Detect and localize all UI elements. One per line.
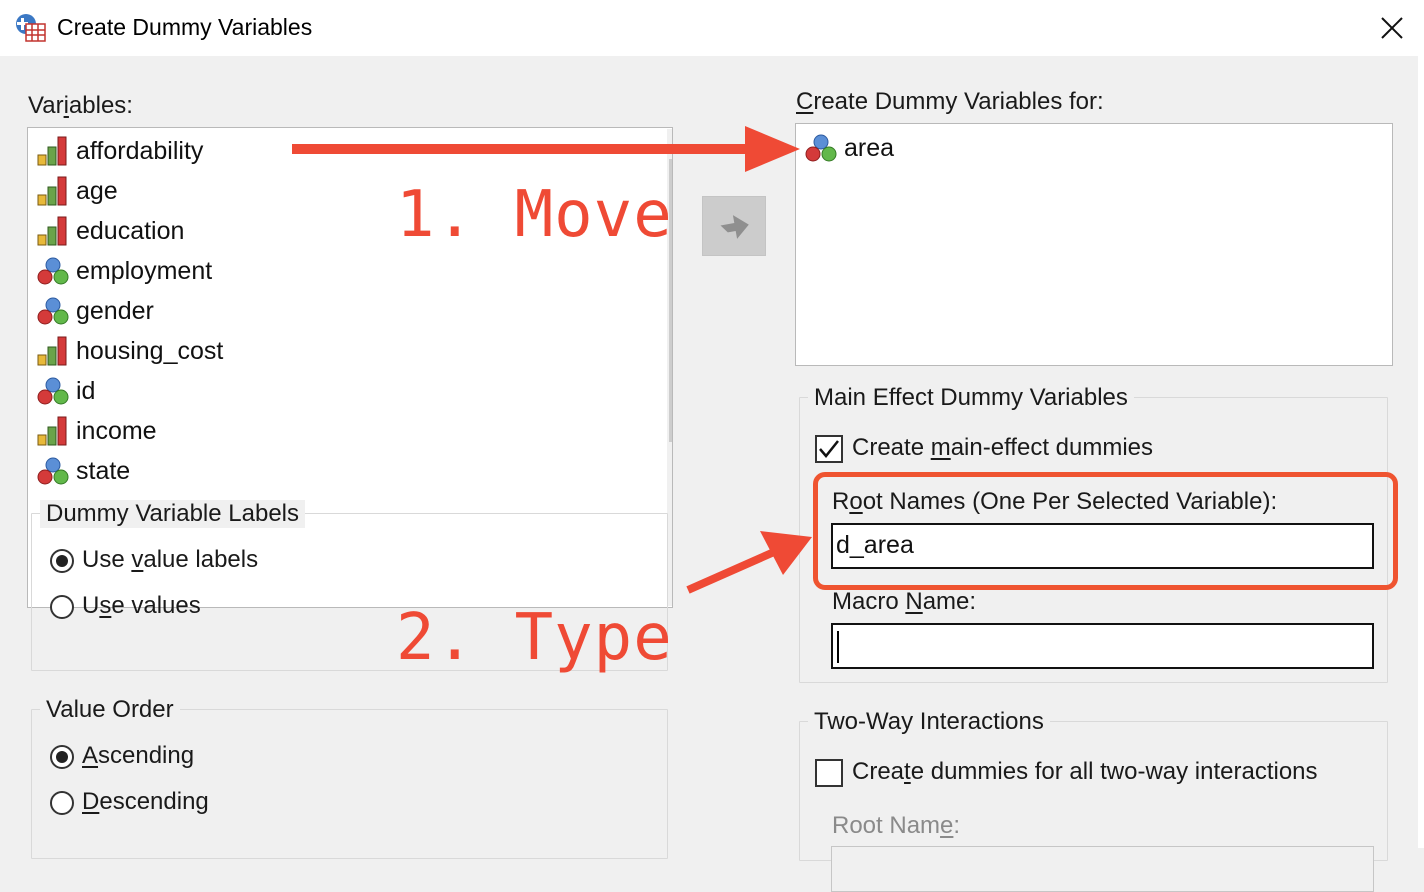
use-values-label[interactable]: Use values [82,592,201,620]
text-caret [837,631,839,663]
two-way-root-name-label: Root Name: [832,812,961,839]
list-item-label: education [76,216,185,245]
close-icon[interactable] [1376,12,1408,44]
checkmark-icon [819,440,839,458]
two-way-checkbox[interactable] [815,759,843,787]
target-variable-list[interactable]: area [795,123,1393,366]
two-way-group [799,721,1388,861]
nominal-measure-icon [37,377,69,405]
list-item-label: age [76,176,118,205]
nominal-measure-icon [37,297,69,325]
descending-label[interactable]: Descending [82,788,209,816]
scale-measure-icon [37,416,67,446]
value-order-group [31,709,668,859]
create-main-effect-label[interactable]: Create main-effect dummies [852,434,1153,462]
spss-table-icon [16,14,46,42]
nominal-measure-icon [37,257,69,285]
window-border [1418,56,1424,848]
nominal-measure-icon [805,134,837,162]
title-bar: Create Dummy Variables [0,0,1424,56]
ascending-label[interactable]: Ascending [82,742,194,770]
scroll-up-icon[interactable] [667,129,673,157]
use-value-labels-radio[interactable] [50,549,74,573]
list-item-label: employment [76,256,213,285]
list-item[interactable]: area [804,130,894,166]
nominal-measure-icon [37,457,69,485]
list-item[interactable]: affordability [36,133,203,169]
list-item[interactable]: employment [36,253,212,289]
list-item-label: gender [76,296,154,325]
two-way-root-name-input[interactable] [831,846,1374,892]
list-item-label: housing_cost [76,336,224,365]
list-item[interactable]: id [36,373,95,409]
list-item[interactable]: housing_cost [36,333,223,369]
list-item-label: state [76,456,131,485]
use-values-radio[interactable] [50,595,74,619]
macro-name-input[interactable] [831,623,1374,669]
variables-label: Variables: [28,92,133,119]
use-value-labels-label[interactable]: Use value labels [82,546,258,574]
list-item-label: area [844,133,895,162]
value-order-title: Value Order [40,696,180,724]
scale-measure-icon [37,176,67,206]
list-item[interactable]: income [36,413,157,449]
step1-annotation: 1. Move [396,178,673,252]
two-way-title: Two-Way Interactions [808,708,1050,736]
target-list-label: Create Dummy Variables for: [796,88,1104,115]
create-main-effect-checkbox[interactable] [815,435,843,463]
list-item-label: id [76,376,96,405]
two-way-checkbox-label[interactable]: Create dummies for all two-way interacti… [852,758,1318,786]
root-names-input[interactable]: d_area [831,523,1374,569]
list-item-label: income [76,416,157,445]
window-title: Create Dummy Variables [57,14,313,40]
list-item[interactable]: gender [36,293,154,329]
move-arrow-head-icon [745,126,800,172]
root-names-label: Root Names (One Per Selected Variable): [832,488,1278,515]
ascending-radio[interactable] [50,745,74,769]
step2-annotation: 2. Type [396,601,673,675]
arrow-right-icon [720,215,749,239]
list-item[interactable]: education [36,213,184,249]
descending-radio[interactable] [50,791,74,815]
list-item[interactable]: state [36,453,130,489]
move-to-target-button[interactable] [702,196,766,256]
scale-measure-icon [37,336,67,366]
type-arrow-line [686,548,776,594]
scale-measure-icon [37,136,67,166]
dummy-labels-title: Dummy Variable Labels [40,500,305,528]
main-effect-title: Main Effect Dummy Variables [808,384,1134,412]
scale-measure-icon [37,216,67,246]
list-item[interactable]: age [36,173,118,209]
macro-name-label: Macro Name: [832,588,977,615]
list-item-label: affordability [76,136,204,165]
